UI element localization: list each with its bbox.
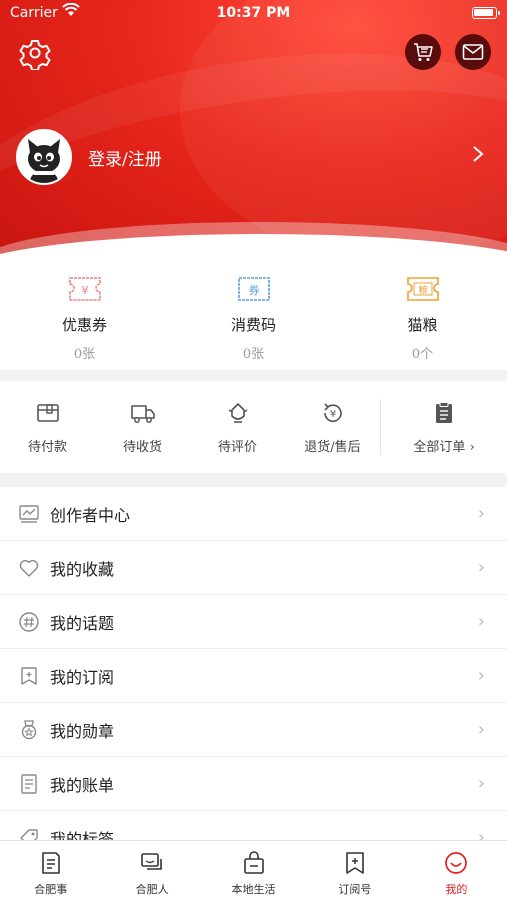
chevron-right-icon: › xyxy=(477,557,485,578)
medal-icon xyxy=(21,719,37,739)
chevron-right-icon: › xyxy=(477,611,485,632)
creator-chart-icon xyxy=(19,504,39,523)
chat-icon xyxy=(141,853,162,870)
voucher-icon-glyph: 券 xyxy=(248,283,259,297)
wallet-count: 0张 xyxy=(242,347,265,362)
cat-food-icon-glyph: 粮 xyxy=(418,284,427,296)
menu-item-label: 我的订阅 xyxy=(50,667,115,687)
subscribe-icon xyxy=(346,852,364,874)
profile-header: Carrier 10:37 PM 登录/注册 xyxy=(0,0,507,262)
tab-label: 本地生活 xyxy=(231,883,276,896)
wallet-label: 猫粮 xyxy=(407,316,438,334)
chevron-right-icon: › xyxy=(477,503,485,524)
wallet-label: 优惠券 xyxy=(61,316,107,334)
tag-icon xyxy=(20,828,38,840)
menu-item-label: 创作者中心 xyxy=(50,505,131,525)
menu-item-topics[interactable]: 我的话题 › xyxy=(0,595,507,649)
chevron-right-icon: › xyxy=(477,719,485,740)
login-register-row[interactable]: 登录/注册 xyxy=(16,129,491,185)
wallet-item-coupons[interactable]: ¥ 优惠券 0张 xyxy=(0,262,169,370)
tab-label: 订阅号 xyxy=(338,883,372,896)
refund-icon: ¥ xyxy=(323,402,342,422)
chevron-right-icon xyxy=(471,144,491,170)
subscribe-icon xyxy=(21,666,37,685)
smile-icon xyxy=(445,852,468,874)
tab-subscriptions[interactable]: 订阅号 xyxy=(304,841,405,900)
tab-hefei-news[interactable]: 合肥事 xyxy=(0,841,101,900)
truck-icon xyxy=(130,404,155,423)
battery-icon xyxy=(472,7,500,19)
wallet-count: 0个 xyxy=(411,347,434,362)
status-bar: Carrier 10:37 PM xyxy=(0,0,507,28)
wallet-label: 消费码 xyxy=(230,316,276,334)
menu-item-label: 我的勋章 xyxy=(50,721,115,741)
wallet-summary: ¥ 优惠券 0张 券 消费码 0张 粮 猫粮 0个 xyxy=(0,262,507,370)
tab-label: 合肥事 xyxy=(34,883,68,896)
order-pending-review[interactable]: 待评价 xyxy=(190,400,285,455)
clipboard-icon xyxy=(436,401,452,423)
orders-bar: 待付款 待收货 待评价 ¥ 退货/售后 全部订单 › xyxy=(0,381,507,473)
settings-gear-icon[interactable] xyxy=(18,36,52,71)
order-pending-payment[interactable]: 待付款 xyxy=(0,400,95,455)
order-pending-delivery[interactable]: 待收货 xyxy=(95,400,190,455)
clock: 10:37 PM xyxy=(216,5,291,21)
order-label: 待付款 xyxy=(27,439,67,455)
tab-local-life[interactable]: 本地生活 xyxy=(203,841,304,900)
order-returns[interactable]: ¥ 退货/售后 xyxy=(285,400,380,455)
order-label: 待评价 xyxy=(217,439,257,455)
hashtag-icon xyxy=(19,611,39,632)
chevron-right-icon: › xyxy=(477,773,485,794)
wallet-icon xyxy=(36,403,59,422)
review-icon xyxy=(228,402,247,423)
messages-button[interactable] xyxy=(455,34,491,70)
shopping-bag-icon xyxy=(243,851,264,874)
cat-food-icon: 粮 xyxy=(406,277,439,301)
chevron-right-icon: › xyxy=(477,827,485,840)
cart-list-icon xyxy=(414,43,433,61)
menu-item-bills[interactable]: 我的账单 › xyxy=(0,757,507,811)
menu-item-tags[interactable]: 我的标签 › xyxy=(0,811,507,840)
bottom-tab-bar: 合肥事 合肥人 本地生活 订阅号 我的 xyxy=(0,840,507,900)
order-label: 待收货 xyxy=(122,439,162,455)
heart-icon xyxy=(19,559,39,577)
coupon-icon: ¥ xyxy=(68,277,101,301)
avatar[interactable] xyxy=(16,129,72,185)
shopping-cart-button[interactable] xyxy=(405,34,441,70)
all-orders-label: 全部订单 › xyxy=(413,439,475,455)
tab-hefei-people[interactable]: 合肥人 xyxy=(101,841,202,900)
wallet-count: 0张 xyxy=(73,347,96,362)
login-register-link[interactable]: 登录/注册 xyxy=(88,145,471,170)
svg-text:¥: ¥ xyxy=(329,409,335,420)
menu-item-label: 我的账单 xyxy=(50,775,115,795)
profile-menu-list: 创作者中心 › 我的收藏 › 我的话题 › 我的订阅 › 我的勋章 › 我的账单… xyxy=(0,487,507,840)
menu-item-label: 我的标签 xyxy=(50,829,115,841)
coupon-icon-glyph: ¥ xyxy=(81,284,88,297)
bill-icon xyxy=(21,773,37,794)
tab-label: 我的 xyxy=(445,883,468,896)
wallet-item-vouchers[interactable]: 券 消费码 0张 xyxy=(169,262,338,370)
chevron-right-icon: › xyxy=(477,665,485,686)
voucher-icon: 券 xyxy=(237,277,270,301)
mail-icon xyxy=(462,44,484,60)
tab-label: 合肥人 xyxy=(135,883,169,896)
menu-item-medals[interactable]: 我的勋章 › xyxy=(0,703,507,757)
menu-item-creator-center[interactable]: 创作者中心 › xyxy=(0,487,507,541)
menu-item-label: 我的话题 xyxy=(50,613,115,633)
all-orders-link[interactable]: 全部订单 › xyxy=(381,400,507,455)
menu-item-subscriptions[interactable]: 我的订阅 › xyxy=(0,649,507,703)
menu-item-label: 我的收藏 xyxy=(50,559,115,579)
tab-me[interactable]: 我的 xyxy=(406,841,507,900)
news-icon xyxy=(41,852,60,874)
menu-item-favorites[interactable]: 我的收藏 › xyxy=(0,541,507,595)
wallet-item-cat-food[interactable]: 粮 猫粮 0个 xyxy=(338,262,507,370)
order-label: 退货/售后 xyxy=(304,439,361,455)
cat-avatar-icon xyxy=(18,131,70,183)
